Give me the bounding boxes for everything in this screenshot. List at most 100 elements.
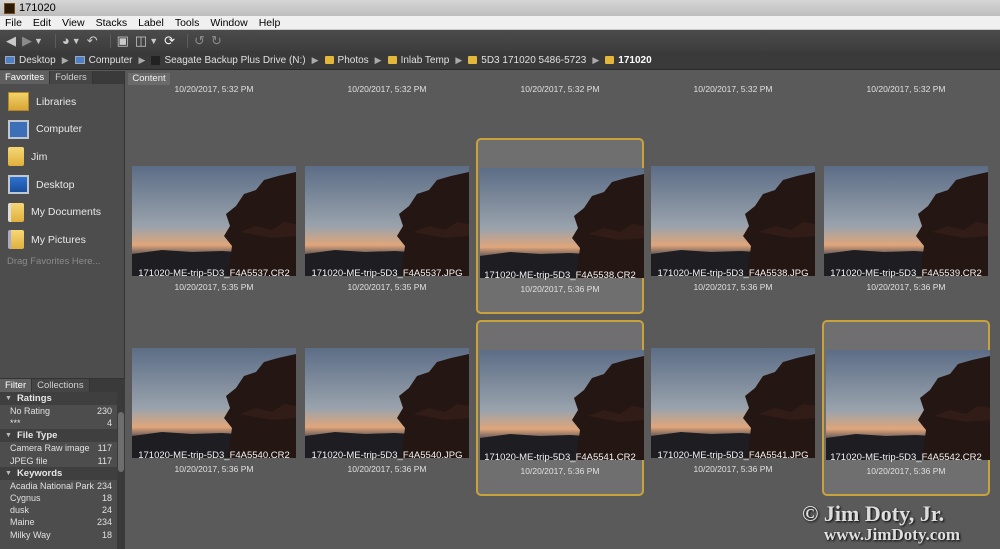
thumbnail-cell[interactable]: 171020-ME-trip-5D3_F4A5542.CR2 10/20/2017… xyxy=(822,320,990,496)
filter-scrollbar[interactable] xyxy=(117,392,125,549)
back-arrow-icon[interactable]: ◀ xyxy=(6,33,16,49)
window-title: 171020 xyxy=(19,2,56,14)
crumb-drive[interactable]: Seagate Backup Plus Drive (N:) xyxy=(151,55,306,66)
file-name: 171020-ME-trip-5D3_F4A5538.JPG xyxy=(657,268,809,279)
menu-stacks[interactable]: Stacks xyxy=(91,17,134,29)
thumbnail-cell[interactable]: 171020-ME-trip-5D3_F4A5535.JPG10/20/2017… xyxy=(649,85,817,116)
refine-icon[interactable]: ◫ xyxy=(135,33,147,49)
photo-thumbnail[interactable] xyxy=(651,166,815,276)
favorite-libraries[interactable]: Libraries xyxy=(0,88,124,116)
photo-thumbnail[interactable] xyxy=(132,166,296,276)
app-icon xyxy=(4,2,15,14)
recent-folders-icon[interactable]: ◕ xyxy=(62,33,70,48)
thumbnail-cell[interactable]: 171020-ME-trip-5D3_F4A5538.JPG 10/20/2017… xyxy=(649,138,817,314)
rotate-right-icon[interactable]: ↻ xyxy=(211,33,222,49)
menu-window[interactable]: Window xyxy=(205,17,253,29)
filter-row[interactable]: Camera Raw image 117 xyxy=(0,442,125,454)
file-name: 171020-ME-trip-5D3_F4A5537.JPG xyxy=(311,268,463,279)
thumbnail-cell[interactable]: 171020-ME-trip-5D3_F4A5537.CR2 10/20/2017… xyxy=(130,138,298,314)
tab-favorites[interactable]: Favorites xyxy=(0,71,51,84)
thumbnail-cell[interactable]: 171020-ME-trip-5D3_F4A5536.CR210/20/2017… xyxy=(822,85,990,116)
photo-thumbnail[interactable] xyxy=(132,348,296,458)
thumbnail-cell[interactable]: 171020-ME-trip-5D3_F4A5540.JPG 10/20/2017… xyxy=(303,320,471,496)
crumb-5d3-folder[interactable]: 5D3 171020 5486-5723 xyxy=(468,55,586,66)
photo-thumbnail[interactable] xyxy=(305,348,469,458)
filter-section-file-type[interactable]: ▼ File Type xyxy=(0,429,125,443)
rotate-left-icon[interactable]: ↺ xyxy=(194,33,205,49)
filter-section-keywords[interactable]: ▼ Keywords xyxy=(0,466,125,480)
recent-dropdown-icon[interactable]: ▼ xyxy=(72,36,81,46)
toolbar-divider xyxy=(54,33,56,48)
camera-download-icon[interactable]: ▣ xyxy=(117,33,129,49)
photo-thumbnail[interactable] xyxy=(305,166,469,276)
thumbnail-cell[interactable]: 171020-ME-trip-5D3_F4A5540.CR2 10/20/2017… xyxy=(130,320,298,496)
collapse-triangle-icon: ▼ xyxy=(5,432,12,440)
crumb-desktop[interactable]: Desktop xyxy=(5,55,56,66)
computer-icon xyxy=(8,119,29,139)
photo-thumbnail[interactable] xyxy=(480,350,644,460)
boomerang-icon[interactable]: ↶ xyxy=(87,33,98,49)
tab-folders[interactable]: Folders xyxy=(50,71,93,84)
crumb-current-folder[interactable]: 171020 xyxy=(605,55,652,66)
filter-row[interactable]: *** 4 xyxy=(0,417,125,429)
forward-arrow-icon[interactable]: ▶ xyxy=(22,33,32,49)
refine-dropdown-icon[interactable]: ▼ xyxy=(149,36,158,46)
favorite-desktop[interactable]: Desktop xyxy=(0,171,124,199)
photo-thumbnail[interactable] xyxy=(480,168,644,278)
tab-filter[interactable]: Filter xyxy=(0,379,33,392)
photo-thumbnail[interactable] xyxy=(651,348,815,458)
menu-help[interactable]: Help xyxy=(254,17,287,29)
thumbnail-cell[interactable]: 171020-ME-trip-5D3_F4A5541.JPG 10/20/2017… xyxy=(649,320,817,496)
menu-file[interactable]: File xyxy=(0,17,28,29)
file-date: 10/20/2017, 5:36 PM xyxy=(693,464,773,474)
filter-row[interactable]: JPEG file 117 xyxy=(0,455,125,467)
favorite-computer[interactable]: Computer xyxy=(0,116,124,144)
filter-row[interactable]: Cygnus 18 xyxy=(0,492,125,504)
file-name: 171020-ME-trip-5D3_F4A5540.JPG xyxy=(311,450,463,461)
filter-row[interactable]: Acadia National Park 234 xyxy=(0,480,125,492)
file-name: 171020-ME-trip-5D3_F4A5541.CR2 xyxy=(484,452,636,463)
menu-view[interactable]: View xyxy=(57,17,91,29)
filter-panel-tabs: Filter Collections xyxy=(0,379,125,392)
toolbar-divider xyxy=(187,33,189,48)
thumbnail-cell[interactable]: 171020-ME-trip-5D3_F4A5535.CR210/20/2017… xyxy=(476,85,644,116)
toolbar-divider xyxy=(109,33,111,48)
rotate-sync-icon[interactable]: ⟳ xyxy=(164,33,175,49)
thumbnail-cell[interactable]: 171020-ME-trip-5D3_F4A5534.CR210/20/2017… xyxy=(130,85,298,116)
file-date: 10/20/2017, 5:36 PM xyxy=(693,282,773,292)
tab-collections[interactable]: Collections xyxy=(32,379,90,392)
thumbnail-cell[interactable]: 171020-ME-trip-5D3_F4A5537.JPG 10/20/2017… xyxy=(303,138,471,314)
file-date: 10/20/2017, 5:35 PM xyxy=(347,282,427,292)
file-name: 171020-ME-trip-5D3_F4A5538.CR2 xyxy=(484,270,636,281)
menu-tools[interactable]: Tools xyxy=(170,17,206,29)
crumb-inlab-temp[interactable]: Inlab Temp xyxy=(387,55,449,66)
crumb-photos[interactable]: Photos xyxy=(324,55,369,66)
file-date: 10/20/2017, 5:36 PM xyxy=(174,464,254,474)
drive-icon xyxy=(151,55,161,65)
folder-icon xyxy=(324,56,334,64)
filter-row[interactable]: dusk 24 xyxy=(0,504,125,516)
favorite-my-documents[interactable]: My Documents xyxy=(0,198,124,226)
thumbnail-cell[interactable]: 171020-ME-trip-5D3_F4A5539.CR2 10/20/2017… xyxy=(822,138,990,314)
filter-row[interactable]: Maine 234 xyxy=(0,516,125,528)
filter-section-ratings[interactable]: ▼ Ratings xyxy=(0,392,125,405)
photo-thumbnail[interactable] xyxy=(824,166,988,276)
path-bar: Desktop ▶ Computer ▶ Seagate Backup Plus… xyxy=(0,51,1000,70)
crumb-computer[interactable]: Computer xyxy=(74,55,133,66)
history-dropdown-icon[interactable]: ▼ xyxy=(34,36,43,46)
thumbnail-cell[interactable]: 171020-ME-trip-5D3_F4A5534.JPG10/20/2017… xyxy=(303,85,471,116)
collapse-triangle-icon: ▼ xyxy=(5,395,12,402)
file-date: 10/20/2017, 5:32 PM xyxy=(866,85,946,94)
thumbnail-cell[interactable]: 171020-ME-trip-5D3_F4A5538.CR2 10/20/2017… xyxy=(476,138,644,314)
filter-row[interactable]: No Rating 230 xyxy=(0,405,125,417)
favorite-jim[interactable]: Jim xyxy=(0,143,124,171)
scrollbar-thumb[interactable] xyxy=(118,412,124,472)
thumbnail-cell[interactable]: 171020-ME-trip-5D3_F4A5541.CR2 10/20/2017… xyxy=(476,320,644,496)
menu-edit[interactable]: Edit xyxy=(28,17,57,29)
menu-label[interactable]: Label xyxy=(133,17,170,29)
tab-content[interactable]: Content xyxy=(128,73,170,85)
filter-row[interactable]: Milky Way 18 xyxy=(0,529,125,541)
photo-thumbnail[interactable] xyxy=(826,350,990,460)
folder-icon xyxy=(387,56,397,64)
favorite-my-pictures[interactable]: My Pictures xyxy=(0,226,124,254)
